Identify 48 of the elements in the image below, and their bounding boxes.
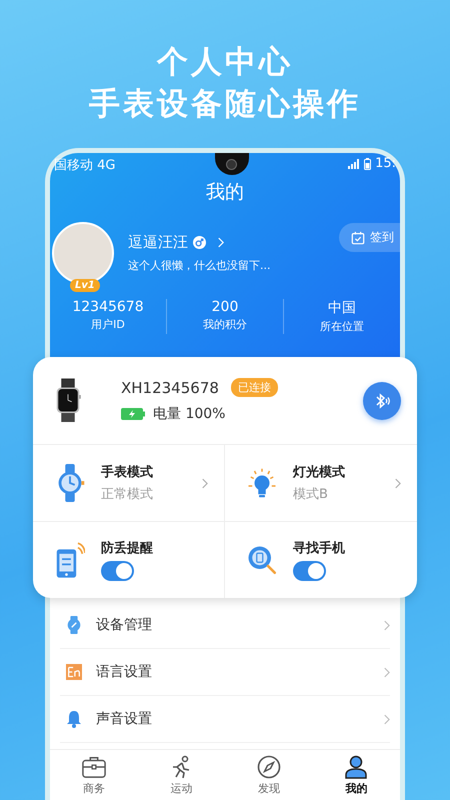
user-name[interactable]: 逗逼汪汪: [128, 233, 188, 252]
chevron-right-icon[interactable]: [201, 478, 208, 488]
english-language-icon: [66, 663, 82, 681]
signal-icon: [348, 158, 360, 168]
carrier-text: 国移动 4G: [54, 157, 116, 174]
feature-value: 模式B: [293, 486, 328, 503]
feature-value: 正常模式: [101, 486, 153, 503]
compass-icon: [256, 754, 281, 778]
feature-title: 寻找手机: [293, 540, 345, 557]
phone-signal-icon: [55, 541, 85, 579]
stat-label: 所在位置: [320, 319, 364, 334]
camera-notch-icon: [214, 153, 249, 175]
toggle-switch[interactable]: [101, 561, 134, 581]
battery-text: 电量 100%: [153, 405, 226, 423]
headline-text: 手表设备随心操作: [89, 86, 361, 122]
bio-text: 这个人很懒，什么也没留下...: [128, 258, 272, 273]
stat-value: 12345678: [72, 299, 144, 315]
briefcase-icon: [82, 754, 106, 778]
bluetooth-button[interactable]: [363, 382, 401, 420]
headline-text: 个人中心: [157, 44, 293, 80]
chevron-right-icon: [383, 666, 390, 678]
battery-charging-icon: [121, 408, 145, 420]
page-title: 我的: [205, 180, 245, 205]
chevron-right-icon: [383, 714, 390, 724]
male-icon: [193, 236, 206, 249]
menu-item[interactable]: 声音设置: [60, 696, 390, 743]
menu-item[interactable]: 语言设置: [60, 649, 390, 696]
device-model: XH12345678: [121, 378, 219, 396]
clock-text: 15:: [375, 156, 396, 171]
battery-icon: [364, 158, 372, 170]
stat-label: 用户ID: [91, 317, 125, 332]
feature-title: 灯光模式: [293, 464, 345, 481]
checkin-button[interactable]: 签到: [339, 223, 400, 252]
toggle-switch[interactable]: [293, 561, 326, 581]
status-badge: 已连接: [230, 378, 278, 397]
level-badge: Lv1: [70, 279, 100, 292]
stat-value: 中国: [328, 299, 356, 317]
menu-item[interactable]: 设备管理: [60, 602, 390, 649]
calendar-check-icon: [351, 230, 365, 244]
feature-title: 防丢提醒: [101, 540, 153, 557]
feature-title: 手表模式: [101, 464, 153, 481]
bell-icon: [66, 710, 82, 728]
person-icon: [344, 754, 368, 778]
chevron-right-icon[interactable]: [394, 478, 401, 488]
chevron-right-icon: [383, 620, 390, 630]
stat-label: 我的积分: [203, 317, 247, 332]
watch-link-icon: [66, 616, 82, 634]
stat-value: 200: [212, 299, 238, 315]
